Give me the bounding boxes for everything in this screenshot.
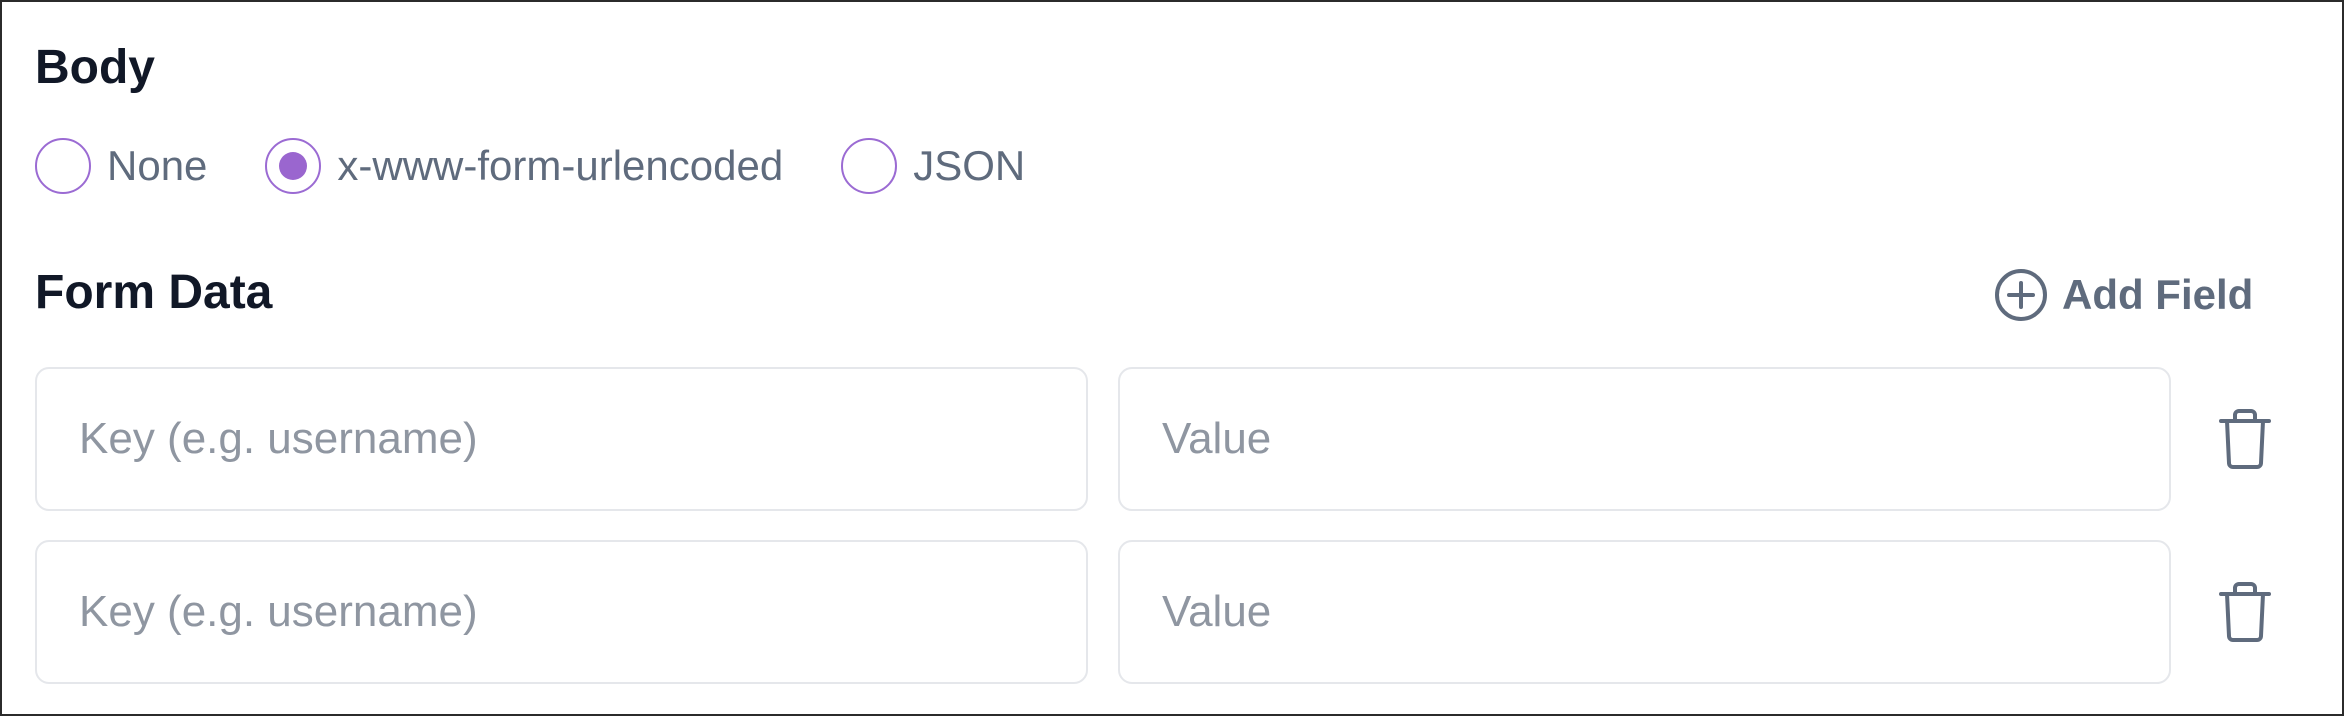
request-body-panel: Body None x-www-form-urlencoded JSON For…: [0, 0, 2344, 716]
add-field-button[interactable]: Add Field: [1994, 268, 2253, 322]
radio-unchecked-icon[interactable]: [35, 138, 91, 194]
radio-label-json: JSON: [913, 142, 1026, 189]
add-field-label: Add Field: [2062, 271, 2254, 318]
body-type-option-json[interactable]: JSON: [841, 138, 1025, 194]
body-type-option-none[interactable]: None: [35, 138, 207, 194]
plus-circle-icon: [1995, 269, 2047, 321]
radio-label-none: None: [107, 142, 208, 189]
trash-icon[interactable]: [2215, 407, 2275, 471]
form-data-title: Form Data: [35, 266, 273, 319]
radio-checked-dot: [279, 152, 308, 180]
body-section-title: Body: [35, 41, 155, 94]
radio-unchecked-icon[interactable]: [841, 138, 898, 194]
trash-icon[interactable]: [2215, 580, 2275, 644]
key-input[interactable]: [35, 367, 1088, 511]
radio-label-urlencoded: x-www-form-urlencoded: [337, 142, 784, 189]
body-type-option-urlencoded[interactable]: x-www-form-urlencoded: [265, 138, 783, 194]
value-input[interactable]: [1118, 367, 2171, 511]
radio-checked-icon[interactable]: [265, 138, 322, 194]
body-type-radio-group: None x-www-form-urlencoded JSON: [35, 136, 1025, 196]
value-input[interactable]: [1118, 540, 2171, 684]
key-input[interactable]: [35, 540, 1088, 684]
